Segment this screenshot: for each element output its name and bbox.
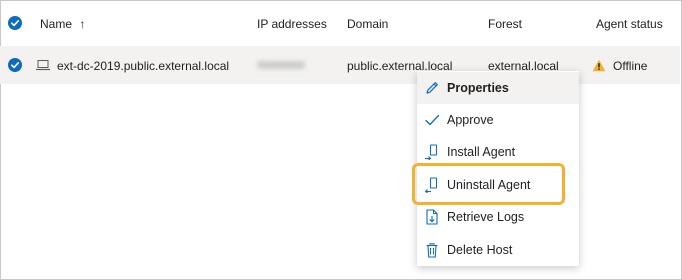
sort-ascending-icon: ↑	[79, 17, 86, 31]
uninstall-agent-highlight	[412, 163, 565, 205]
menu-item-label: Delete Host	[447, 243, 513, 257]
column-header-ip[interactable]: IP addresses	[257, 17, 327, 31]
menu-item-approve[interactable]: Approve	[417, 104, 579, 136]
menu-item-properties[interactable]: Properties	[417, 72, 579, 104]
host-name[interactable]: ext-dc-2019.public.external.local	[57, 59, 229, 73]
trash-icon	[424, 242, 440, 258]
menu-item-label: Install Agent	[447, 145, 516, 159]
select-all-checkbox[interactable]	[8, 16, 22, 30]
warning-icon	[592, 59, 606, 75]
menu-item-delete-host[interactable]: Delete Host	[417, 234, 579, 266]
menu-item-label: Approve	[447, 113, 494, 127]
agent-status-value: Offline	[613, 59, 648, 73]
column-header-name[interactable]: Name ↑	[40, 17, 85, 31]
column-header-forest[interactable]: Forest	[488, 17, 522, 31]
pencil-icon	[424, 80, 440, 96]
ip-address-redacted	[257, 61, 305, 69]
menu-item-label: Properties	[447, 81, 509, 95]
retrieve-logs-icon	[424, 209, 440, 225]
menu-item-retrieve-logs[interactable]: Retrieve Logs	[417, 201, 579, 233]
checkmark-icon	[424, 112, 440, 128]
table-header: Name ↑ IP addresses Domain Forest Agent …	[0, 0, 680, 46]
column-header-domain[interactable]: Domain	[347, 17, 388, 31]
install-agent-icon	[424, 144, 440, 161]
column-header-agent-status[interactable]: Agent status	[596, 17, 663, 31]
row-checkbox[interactable]	[8, 58, 22, 72]
menu-item-label: Retrieve Logs	[447, 210, 525, 224]
column-header-name-label: Name	[40, 17, 73, 31]
laptop-icon	[35, 58, 51, 75]
